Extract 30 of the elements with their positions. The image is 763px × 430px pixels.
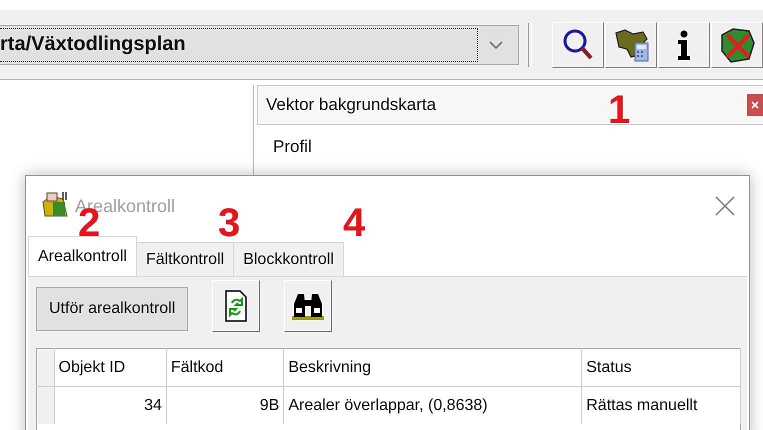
app-icon [41,190,69,218]
table-cell: Arealer överlappar, (0,8638) [284,386,582,424]
map-delete-icon [719,26,755,62]
search-button[interactable] [552,22,604,68]
column-header[interactable]: Objekt ID [54,348,166,386]
column-header[interactable]: Status [582,348,740,386]
chevron-down-icon [488,38,504,50]
column-header[interactable]: Beskrivning [284,348,582,386]
close-button[interactable] [747,94,763,116]
close-button[interactable] [715,196,735,216]
close-icon [715,196,735,216]
run-check-button[interactable]: Utför arealkontroll [36,287,188,331]
table-cell: 34 [54,386,166,424]
layer-dropdown[interactable]: rta/Växtodlingsplan [0,24,519,64]
annotation-number: 3 [218,203,240,243]
table-cell: 9B [166,386,284,424]
table-cell: Rättas manuellt [582,386,740,424]
map-calculator-icon [613,26,649,62]
area-calculator-button[interactable] [605,22,657,68]
tab[interactable]: Blockkontroll [233,242,344,276]
column-header[interactable]: Fältkod [166,348,284,386]
tab[interactable]: Fältkontroll [136,242,234,276]
close-icon [751,101,759,109]
refresh-button[interactable] [212,280,260,332]
info-button[interactable] [658,22,710,68]
panel-title: Vektor bakgrundskarta [266,95,436,115]
find-button[interactable] [284,280,332,332]
annotation-number: 4 [343,203,366,243]
remove-layer-button[interactable] [711,22,763,68]
tab[interactable]: Arealkontroll [28,236,137,276]
